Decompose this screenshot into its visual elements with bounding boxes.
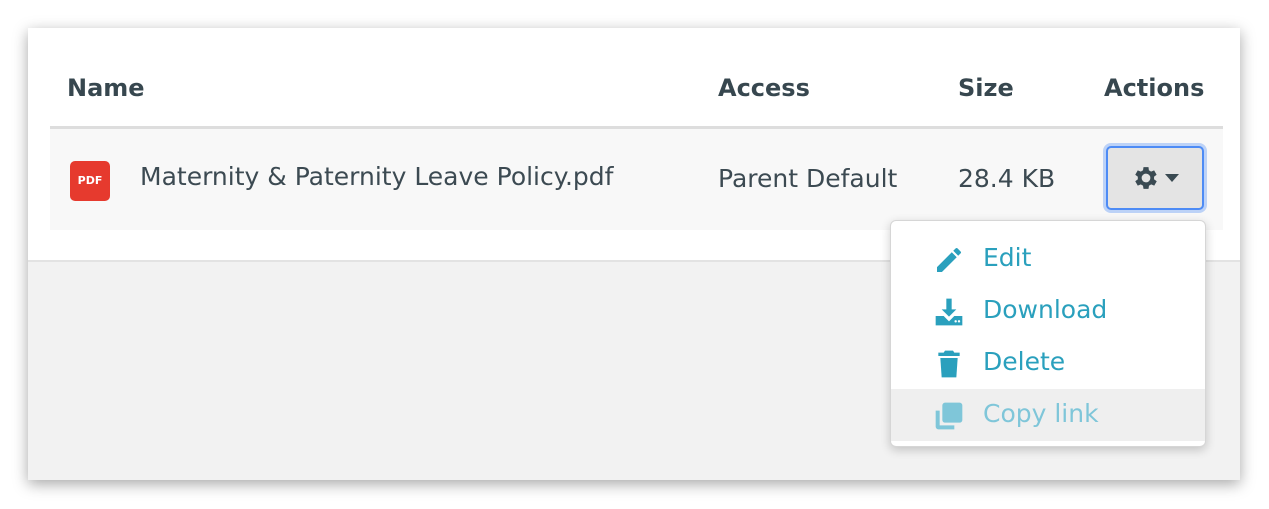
- menu-item-label: Delete: [983, 347, 1066, 376]
- file-access: Parent Default: [718, 164, 898, 193]
- table-row: PDF Maternity & Paternity Leave Policy.p…: [50, 129, 1223, 230]
- menu-item-edit[interactable]: Edit: [891, 233, 1205, 285]
- column-header-size[interactable]: Size: [958, 74, 1014, 102]
- column-header-name[interactable]: Name: [67, 74, 145, 102]
- file-size: 28.4 KB: [958, 164, 1056, 193]
- download-icon: [935, 298, 963, 326]
- table-header: Name Access Size Actions: [50, 28, 1223, 129]
- column-header-actions: Actions: [1104, 74, 1205, 102]
- menu-item-delete[interactable]: Delete: [891, 337, 1205, 389]
- menu-item-label: Copy link: [983, 399, 1099, 428]
- pdf-file-icon: PDF: [70, 161, 110, 201]
- caret-down-icon: [1165, 174, 1179, 182]
- trash-icon: [938, 350, 960, 378]
- menu-item-copy-link[interactable]: Copy link: [891, 389, 1205, 441]
- menu-item-download[interactable]: Download: [891, 285, 1205, 337]
- actions-dropdown-button[interactable]: [1106, 146, 1204, 210]
- file-name-link[interactable]: Maternity & Paternity Leave Policy.pdf: [140, 162, 613, 191]
- menu-item-label: Download: [983, 295, 1108, 324]
- pencil-icon: [937, 248, 961, 272]
- menu-item-label: Edit: [983, 243, 1032, 272]
- column-header-access[interactable]: Access: [718, 74, 810, 102]
- actions-menu: Edit Download Delete Copy link: [890, 220, 1206, 447]
- copy-icon: [935, 402, 963, 430]
- file-list-panel: Name Access Size Actions PDF Maternity &…: [28, 28, 1240, 480]
- gear-icon: [1135, 167, 1157, 189]
